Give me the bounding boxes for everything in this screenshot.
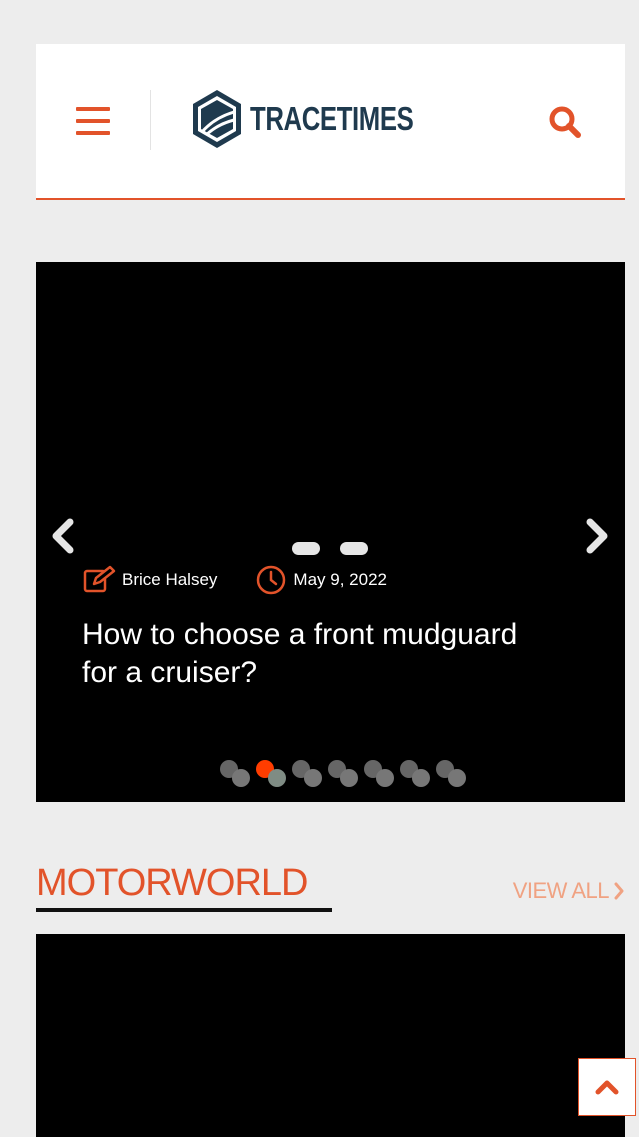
header-divider — [150, 90, 151, 150]
slide-pill[interactable] — [340, 542, 368, 555]
slider-dot[interactable] — [328, 760, 360, 792]
slide-pill-indicators — [292, 542, 368, 555]
slider-dot[interactable] — [364, 760, 396, 792]
section-title[interactable]: MOTORWORLD — [36, 862, 308, 905]
author-name[interactable]: Brice Halsey — [122, 570, 217, 590]
hamburger-menu-icon[interactable] — [76, 107, 110, 135]
post-date: May 9, 2022 — [293, 570, 387, 589]
slide-pill[interactable] — [292, 542, 320, 555]
hero-slider: Brice Halsey May 9, 2022 How to choose a… — [36, 262, 625, 802]
slider-dots — [220, 760, 468, 792]
slider-dot[interactable] — [292, 760, 324, 792]
edit-icon — [83, 565, 116, 593]
slider-dot[interactable] — [220, 760, 252, 792]
site-header: TRACETIMES — [36, 44, 625, 200]
section-header: MOTORWORLD VIEW ALL — [36, 862, 625, 914]
view-all-label: VIEW ALL — [512, 878, 610, 903]
slider-dot[interactable] — [400, 760, 432, 792]
site-logo[interactable]: TRACETIMES — [190, 88, 460, 150]
slide-title[interactable]: How to choose a front mudguard for a cru… — [82, 616, 552, 692]
date-meta: May 9, 2022 — [255, 564, 387, 596]
view-all-link[interactable]: VIEW ALL — [513, 878, 625, 904]
slide-meta: Brice Halsey May 9, 2022 — [82, 564, 387, 596]
chevron-left-icon[interactable] — [50, 518, 76, 554]
author-meta: Brice Halsey — [82, 565, 217, 595]
article-card-image[interactable] — [36, 934, 625, 1137]
clock-icon — [257, 565, 286, 595]
chevron-right-icon[interactable] — [584, 518, 610, 554]
chevron-up-icon — [595, 1080, 619, 1095]
chevron-right-icon — [614, 882, 624, 900]
logo-emblem-icon — [193, 90, 241, 148]
back-to-top-button[interactable] — [578, 1058, 636, 1116]
logo-text: TRACETIMES — [250, 100, 414, 137]
slider-dot[interactable] — [436, 760, 468, 792]
search-icon[interactable] — [542, 100, 588, 146]
slider-dot[interactable] — [256, 760, 288, 792]
section-underline — [36, 908, 332, 912]
